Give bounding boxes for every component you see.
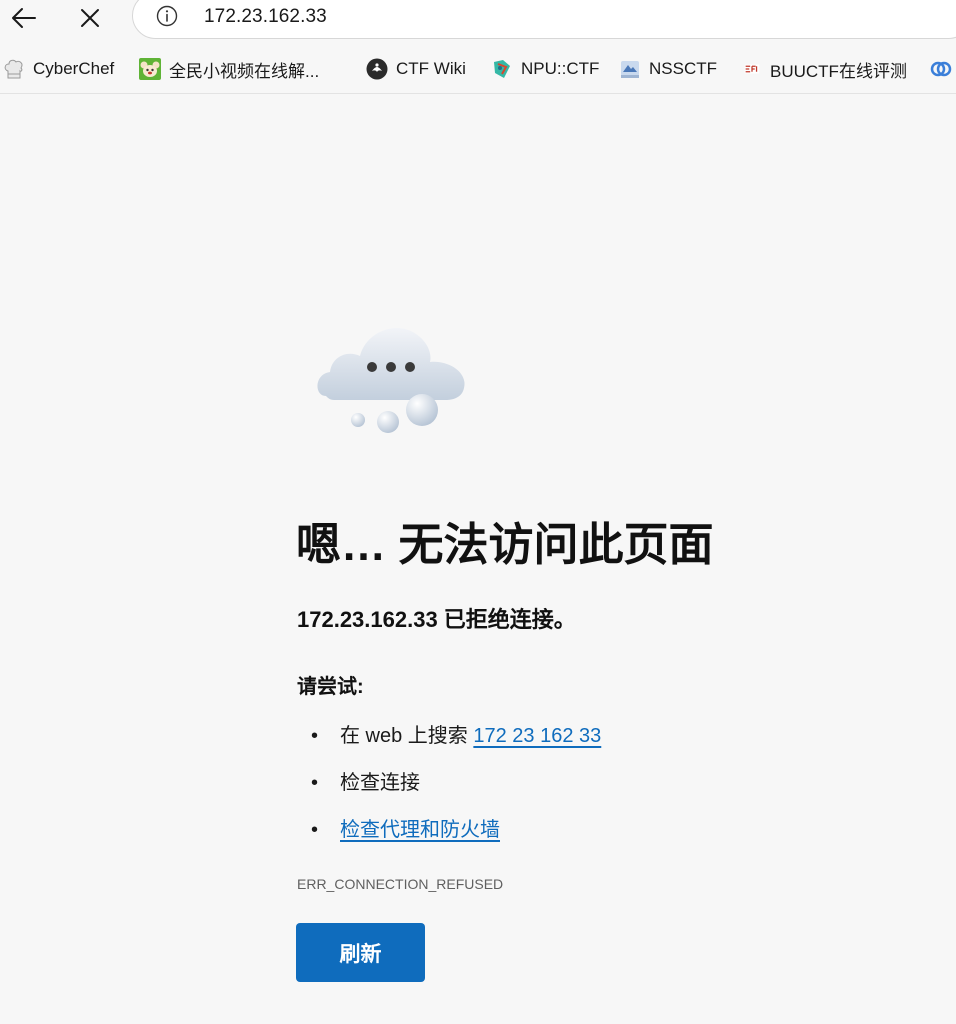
check-proxy-firewall-link[interactable]: 检查代理和防火墙 — [340, 819, 500, 841]
bookmark-buuctf[interactable]: BUUCTF在线评测 — [742, 57, 907, 81]
ctf-wiki-logo-icon — [366, 58, 388, 80]
search-web-link[interactable]: 172 23 162 33 — [473, 725, 601, 747]
info-icon[interactable] — [156, 5, 178, 27]
bookmark-label: BUUCTF在线评测 — [770, 61, 907, 81]
error-headline: 嗯… 无法访问此页面 — [296, 519, 714, 570]
back-arrow-icon — [12, 8, 36, 28]
close-icon — [81, 9, 99, 27]
bookmark-label: NPU::CTF — [521, 59, 600, 78]
stop-loading-button[interactable] — [72, 2, 108, 34]
bookmark-ctf-wiki[interactable]: CTF Wiki — [366, 57, 466, 81]
address-text[interactable]: 172.23.162.33 — [204, 6, 327, 28]
bookmark-nssctf[interactable]: NSSCTF — [619, 57, 717, 81]
bookmark-label: 全民小视频在线解... — [169, 61, 320, 81]
overflow-bookmark-icon — [930, 61, 952, 77]
suggestion-text: 在 web 上搜索 — [340, 725, 474, 747]
bookmark-label: CyberChef — [33, 59, 115, 78]
bookmark-npu-ctf[interactable]: NPU::CTF — [491, 57, 599, 81]
bookmark-label: CTF Wiki — [396, 59, 466, 78]
refresh-button[interactable]: 刷新 — [296, 923, 425, 982]
bullet: • — [311, 819, 319, 841]
browser-toolbar: 172.23.162.33 — [0, 0, 956, 40]
bookmark-label: NSSCTF — [649, 59, 717, 78]
bullet: • — [311, 772, 319, 794]
bullet: • — [311, 725, 319, 747]
suggestion-text: 检查连接 — [340, 772, 420, 794]
error-code: ERR_CONNECTION_REFUSED — [297, 876, 504, 892]
back-button[interactable] — [6, 2, 42, 34]
chef-hat-icon — [4, 59, 23, 79]
error-message: 172.23.162.33 已拒绝连接。 — [297, 607, 576, 632]
bookmark-more[interactable] — [930, 57, 956, 81]
bookmark-cyberchef[interactable]: CyberChef — [3, 57, 114, 81]
nssctf-icon — [621, 61, 639, 78]
cloud-icon — [317, 328, 465, 433]
bookmark-video-parser[interactable]: 全民小视频在线解... — [139, 57, 319, 81]
buuctf-icon — [744, 64, 760, 74]
bookmarks-bar: CyberChef 全民小视频在线解... CTF Wiki NPU::CTF — [0, 44, 956, 94]
npu-ctf-icon — [494, 60, 510, 78]
koala-icon — [139, 58, 161, 80]
try-label: 请尝试: — [297, 676, 364, 698]
